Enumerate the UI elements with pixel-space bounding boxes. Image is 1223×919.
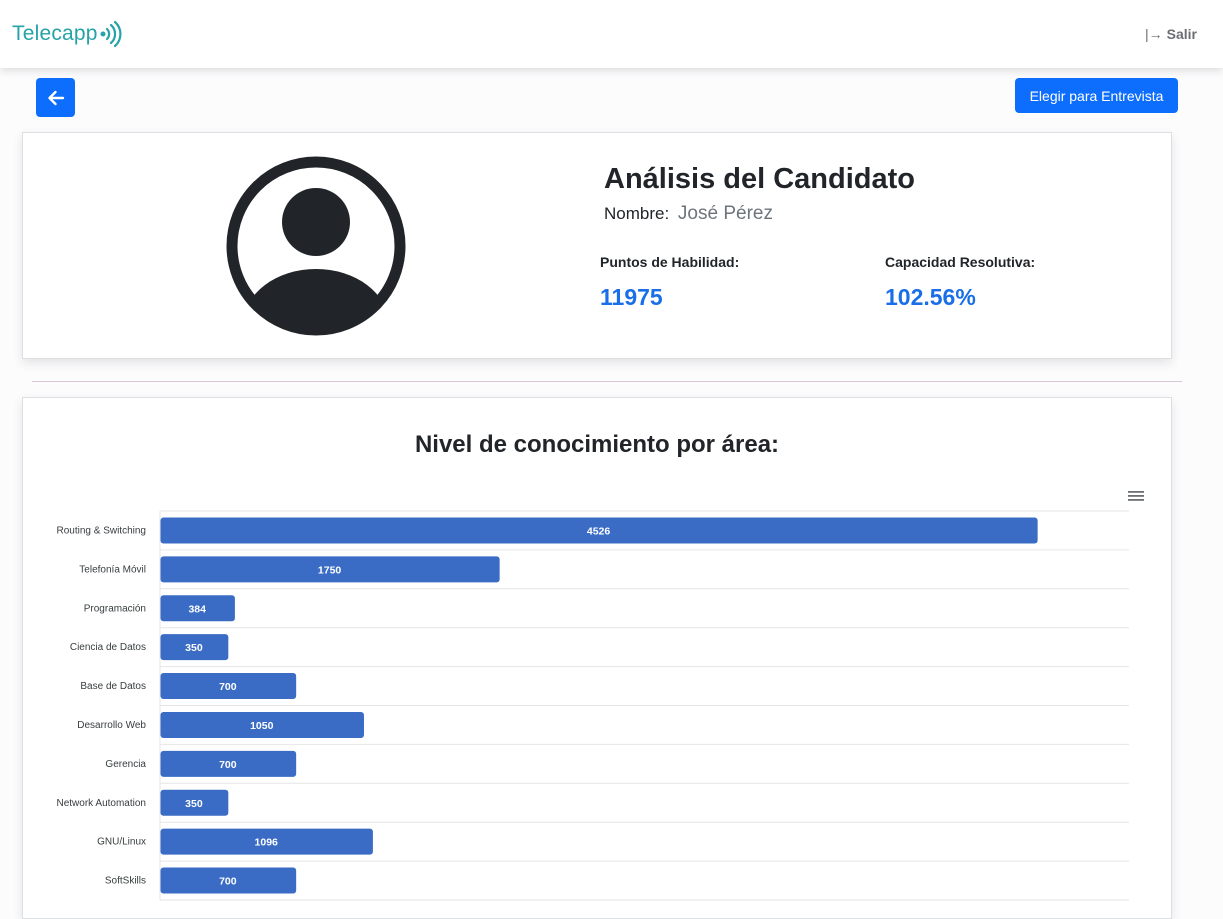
- bar-value-label: 1050: [250, 720, 274, 732]
- capacity-value: 102.56%: [885, 284, 976, 310]
- bar-value-label: 700: [219, 681, 237, 693]
- logout-link[interactable]: |→ Salir: [1145, 26, 1197, 42]
- bar-value-label: 384: [188, 603, 206, 615]
- bar-value-label: 4526: [587, 525, 611, 537]
- category-label: Programación: [84, 603, 146, 614]
- user-avatar-icon: [226, 156, 406, 336]
- section-divider: [32, 381, 1182, 382]
- name-label: Nombre:: [604, 204, 670, 223]
- candidate-analysis-title: Análisis del Candidato: [604, 163, 915, 195]
- bar-value-label: 700: [219, 759, 237, 771]
- category-label: SoftSkills: [105, 876, 146, 887]
- skill-points-value: 11975: [600, 284, 663, 310]
- signal-icon: [100, 20, 122, 48]
- bar-value-label: 350: [185, 642, 203, 654]
- category-label: Routing & Switching: [57, 525, 147, 536]
- candidate-card: Análisis del Candidato Nombre: José Pére…: [22, 132, 1172, 359]
- select-interview-button[interactable]: Elegir para Entrevista: [1015, 78, 1178, 113]
- knowledge-bar-chart: Routing & Switching 4526 Telefonía Móvil 17…: [57, 510, 1129, 901]
- category-label: Network Automation: [57, 798, 147, 809]
- bar-value-label: 700: [219, 876, 237, 888]
- back-button[interactable]: [36, 78, 75, 117]
- logout-icon: |→: [1145, 26, 1163, 42]
- bar-value-label: 1750: [318, 564, 342, 576]
- logout-label: Salir: [1166, 26, 1197, 42]
- category-label: Telefonía Móvil: [79, 564, 146, 575]
- skill-points-label: Puntos de Habilidad:: [600, 254, 740, 270]
- candidate-name-row: Nombre: José Pérez: [604, 203, 773, 225]
- category-label: Desarrollo Web: [77, 720, 146, 731]
- category-label: Ciencia de Datos: [70, 642, 146, 653]
- capacity-label: Capacidad Resolutiva:: [885, 254, 1036, 270]
- category-label: Gerencia: [105, 759, 146, 770]
- brand-name: Telecapp: [12, 22, 98, 45]
- knowledge-chart-card: Nivel de conocimiento por área: Routing …: [22, 397, 1172, 919]
- category-label: GNU/Linux: [97, 837, 146, 848]
- brand-logo[interactable]: Telecapp: [12, 20, 122, 48]
- bar-value-label: 350: [185, 798, 203, 810]
- top-navbar: Telecapp |→ Salir: [0, 0, 1223, 68]
- category-label: Base de Datos: [80, 681, 146, 692]
- arrow-left-icon: [47, 90, 64, 105]
- candidate-name: José Pérez: [677, 203, 773, 224]
- bar-value-label: 1096: [255, 837, 279, 849]
